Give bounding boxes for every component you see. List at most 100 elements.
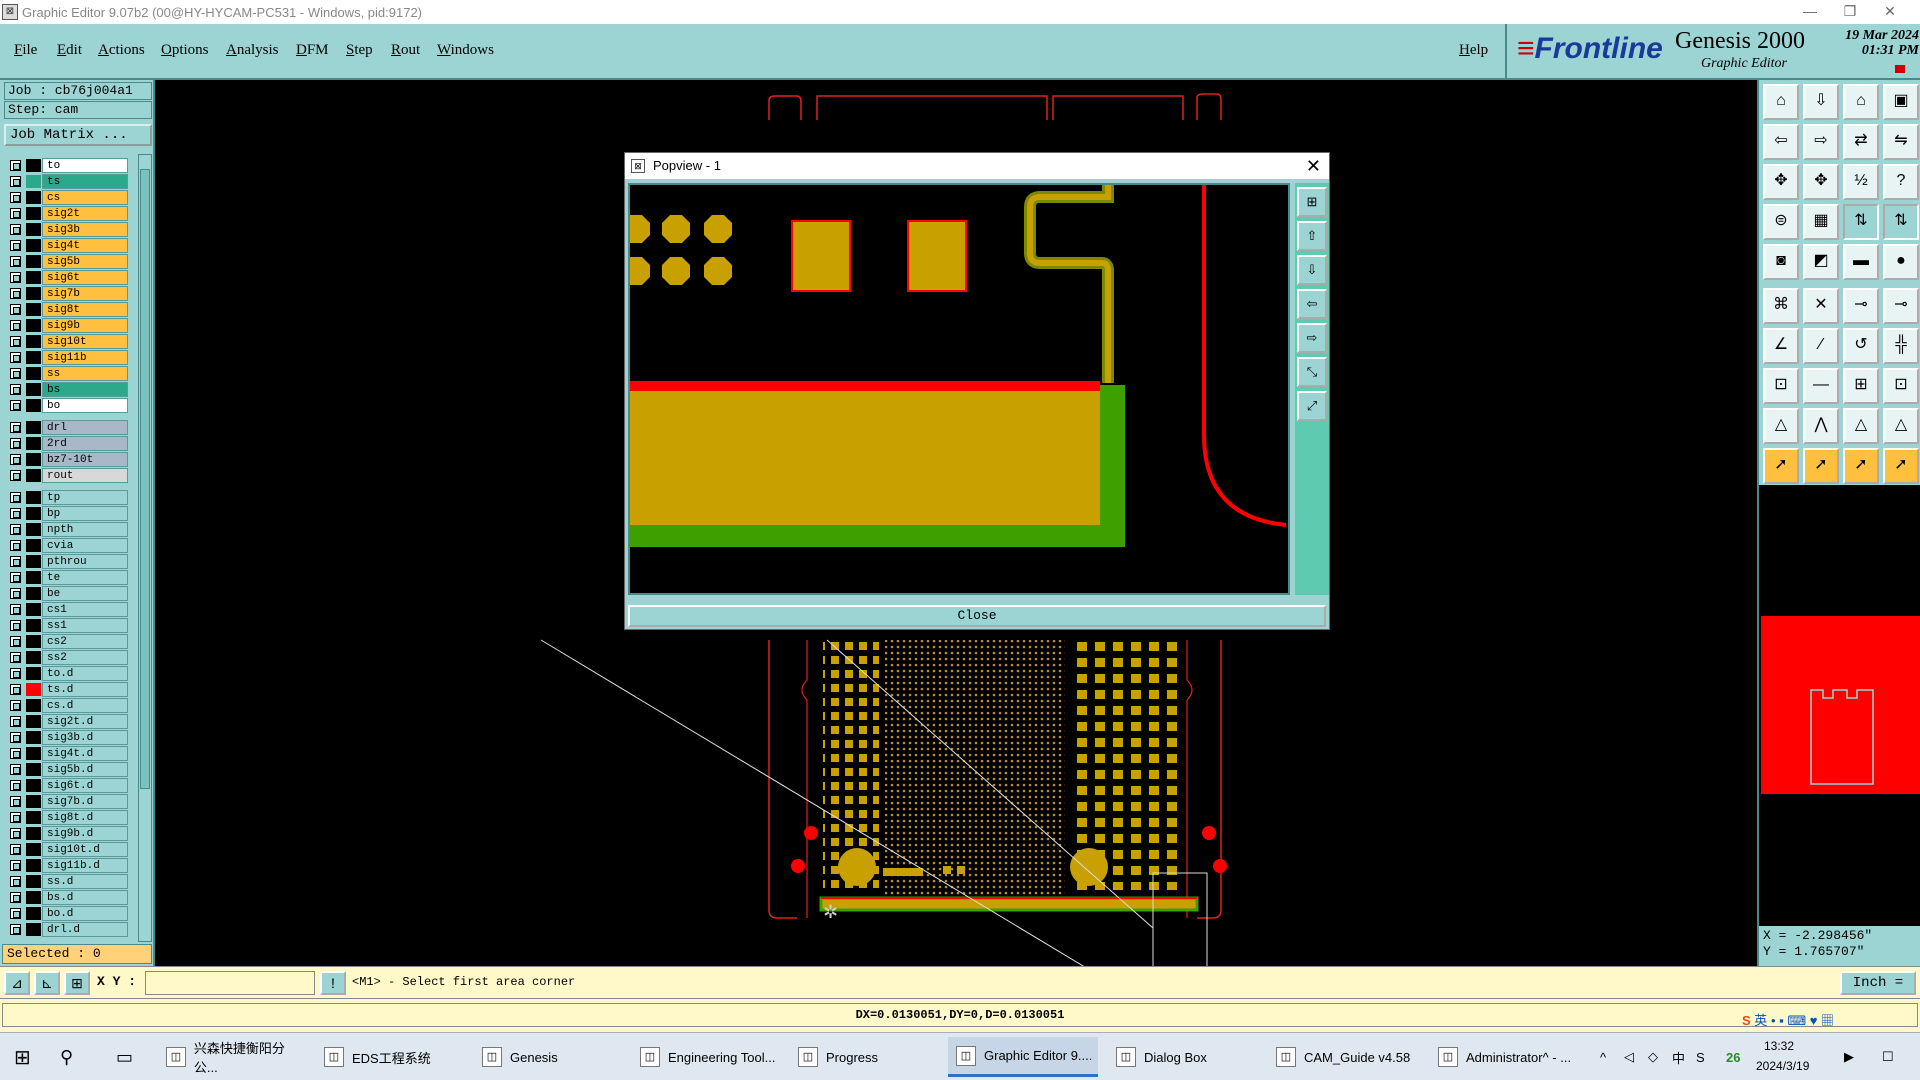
layer-row-tp[interactable]: tp: [6, 490, 128, 505]
grid-icon[interactable]: ▦: [1803, 204, 1839, 240]
layer-row-sig8t-d[interactable]: sig8t.d: [6, 810, 128, 825]
pointer-pick-icon[interactable]: ➚: [1883, 448, 1919, 484]
popview-canvas[interactable]: [628, 183, 1290, 595]
layer-name[interactable]: sig6t: [42, 270, 128, 285]
layer-color-mark[interactable]: [26, 795, 41, 808]
layer-checkbox[interactable]: [10, 352, 21, 363]
layer-checkbox[interactable]: [10, 796, 21, 807]
layer-checkbox[interactable]: [10, 700, 21, 711]
layer-name[interactable]: sig6t.d: [42, 778, 128, 793]
layer-color-mark[interactable]: [26, 191, 41, 204]
layer-name[interactable]: te: [42, 570, 128, 585]
layer-name[interactable]: ss1: [42, 618, 128, 633]
layer-row-rout[interactable]: rout: [6, 468, 128, 483]
peak-icon[interactable]: ⋀: [1803, 408, 1839, 444]
taskbar-item-2[interactable]: ◫ Genesis: [474, 1037, 624, 1077]
layer-color-mark[interactable]: [26, 923, 41, 936]
layer-row-bs-d[interactable]: bs.d: [6, 890, 128, 905]
layer-checkbox[interactable]: [10, 256, 21, 267]
start-icon[interactable]: ⊞: [6, 1037, 42, 1077]
layer-row-sig9b-d[interactable]: sig9b.d: [6, 826, 128, 841]
measure-icon[interactable]: ◩: [1803, 244, 1839, 280]
layer-row-cs-d[interactable]: cs.d: [6, 698, 128, 713]
layer-row-drl[interactable]: drl: [6, 420, 128, 435]
layer-checkbox[interactable]: [10, 384, 21, 395]
minimize-button[interactable]: —: [1790, 0, 1830, 24]
tray-chevron-icon[interactable]: ^: [1592, 1037, 1614, 1077]
layer-row-npth[interactable]: npth: [6, 522, 128, 537]
layer-checkbox[interactable]: [10, 224, 21, 235]
layer-checkbox[interactable]: [10, 668, 21, 679]
layer-color-mark[interactable]: [26, 335, 41, 348]
pan-up-icon[interactable]: ⇧: [1297, 221, 1327, 251]
center-icon[interactable]: ✥: [1803, 164, 1839, 200]
layer-checkbox[interactable]: [10, 812, 21, 823]
close-window-button[interactable]: ✕: [1870, 0, 1910, 24]
layer-row-sig10t-d[interactable]: sig10t.d: [6, 842, 128, 857]
layer-color-mark[interactable]: [26, 351, 41, 364]
layer-row-2rd[interactable]: 2rd: [6, 436, 128, 451]
layer-checkbox[interactable]: [10, 716, 21, 727]
layer-row-sig2t[interactable]: sig2t: [6, 206, 128, 221]
layer-row-drl-d[interactable]: drl.d: [6, 922, 128, 937]
layer-color-mark[interactable]: [26, 763, 41, 776]
notification-icon[interactable]: ☐: [1874, 1037, 1908, 1077]
layer-color-mark[interactable]: [26, 159, 41, 172]
layer-color-mark[interactable]: [26, 367, 41, 380]
taskbar-item-4[interactable]: ◫ Progress: [790, 1037, 940, 1077]
layer-row-be[interactable]: be: [6, 586, 128, 601]
layer-name[interactable]: drl: [42, 420, 128, 435]
pointer-area-icon[interactable]: ➚: [1843, 448, 1879, 484]
layer-color-mark[interactable]: [26, 539, 41, 552]
layer-color-mark[interactable]: [26, 421, 41, 434]
layer-name[interactable]: sig8t: [42, 302, 128, 317]
layer-name[interactable]: sig2t: [42, 206, 128, 221]
layer-row-sig2t-d[interactable]: sig2t.d: [6, 714, 128, 729]
grid-icon[interactable]: ⊞: [64, 971, 90, 995]
half-icon[interactable]: ½: [1843, 164, 1879, 200]
layer-color-mark[interactable]: [26, 399, 41, 412]
layer-name[interactable]: bo: [42, 398, 128, 413]
layer-name[interactable]: sig4t.d: [42, 746, 128, 761]
layer-color-mark[interactable]: [26, 175, 41, 188]
menu-step[interactable]: Step: [346, 42, 373, 59]
help-icon[interactable]: ?: [1883, 164, 1919, 200]
layer-color-mark[interactable]: [26, 383, 41, 396]
triangle-icon[interactable]: △: [1763, 408, 1799, 444]
layer-color-mark[interactable]: [26, 523, 41, 536]
menu-help[interactable]: Help: [1459, 42, 1488, 59]
layer-row-ss1[interactable]: ss1: [6, 618, 128, 633]
layer-name[interactable]: to: [42, 158, 128, 173]
layer-name[interactable]: sig11b: [42, 350, 128, 365]
popview-close-icon[interactable]: ✕: [1306, 155, 1321, 177]
layer-row-bs[interactable]: bs: [6, 382, 128, 397]
layer-name[interactable]: sig10t: [42, 334, 128, 349]
layer-checkbox[interactable]: [10, 368, 21, 379]
ime-indicator[interactable]: 中: [1664, 1037, 1688, 1077]
layer-color-mark[interactable]: [26, 319, 41, 332]
box-icon[interactable]: ⊡: [1763, 368, 1799, 404]
pan-right-icon[interactable]: ⇨: [1803, 124, 1839, 160]
layer-checkbox[interactable]: [10, 556, 21, 567]
layer-color-mark[interactable]: [26, 271, 41, 284]
snap-icon[interactable]: ⊿: [4, 971, 30, 995]
layer-checkbox[interactable]: [10, 320, 21, 331]
layer-row-cvia[interactable]: cvia: [6, 538, 128, 553]
layer-row-sig3b[interactable]: sig3b: [6, 222, 128, 237]
angle-icon[interactable]: ∠: [1763, 328, 1799, 364]
zoom-fit-icon[interactable]: ⌂: [1763, 84, 1799, 120]
layer-name[interactable]: be: [42, 586, 128, 601]
layer-color-mark[interactable]: [26, 571, 41, 584]
layer-color-mark[interactable]: [26, 239, 41, 252]
layer-name[interactable]: sig3b: [42, 222, 128, 237]
pan-right-icon[interactable]: ⇨: [1297, 323, 1327, 353]
layer-checkbox[interactable]: [10, 160, 21, 171]
volume-icon[interactable]: ◁: [1616, 1037, 1640, 1077]
layer-name[interactable]: cs1: [42, 602, 128, 617]
layer-checkbox[interactable]: [10, 636, 21, 647]
layer-name[interactable]: sig11b.d: [42, 858, 128, 873]
layer-name[interactable]: npth: [42, 522, 128, 537]
layer-checkbox[interactable]: [10, 400, 21, 411]
layer-row-to-d[interactable]: to.d: [6, 666, 128, 681]
layer-color-mark[interactable]: [26, 453, 41, 466]
